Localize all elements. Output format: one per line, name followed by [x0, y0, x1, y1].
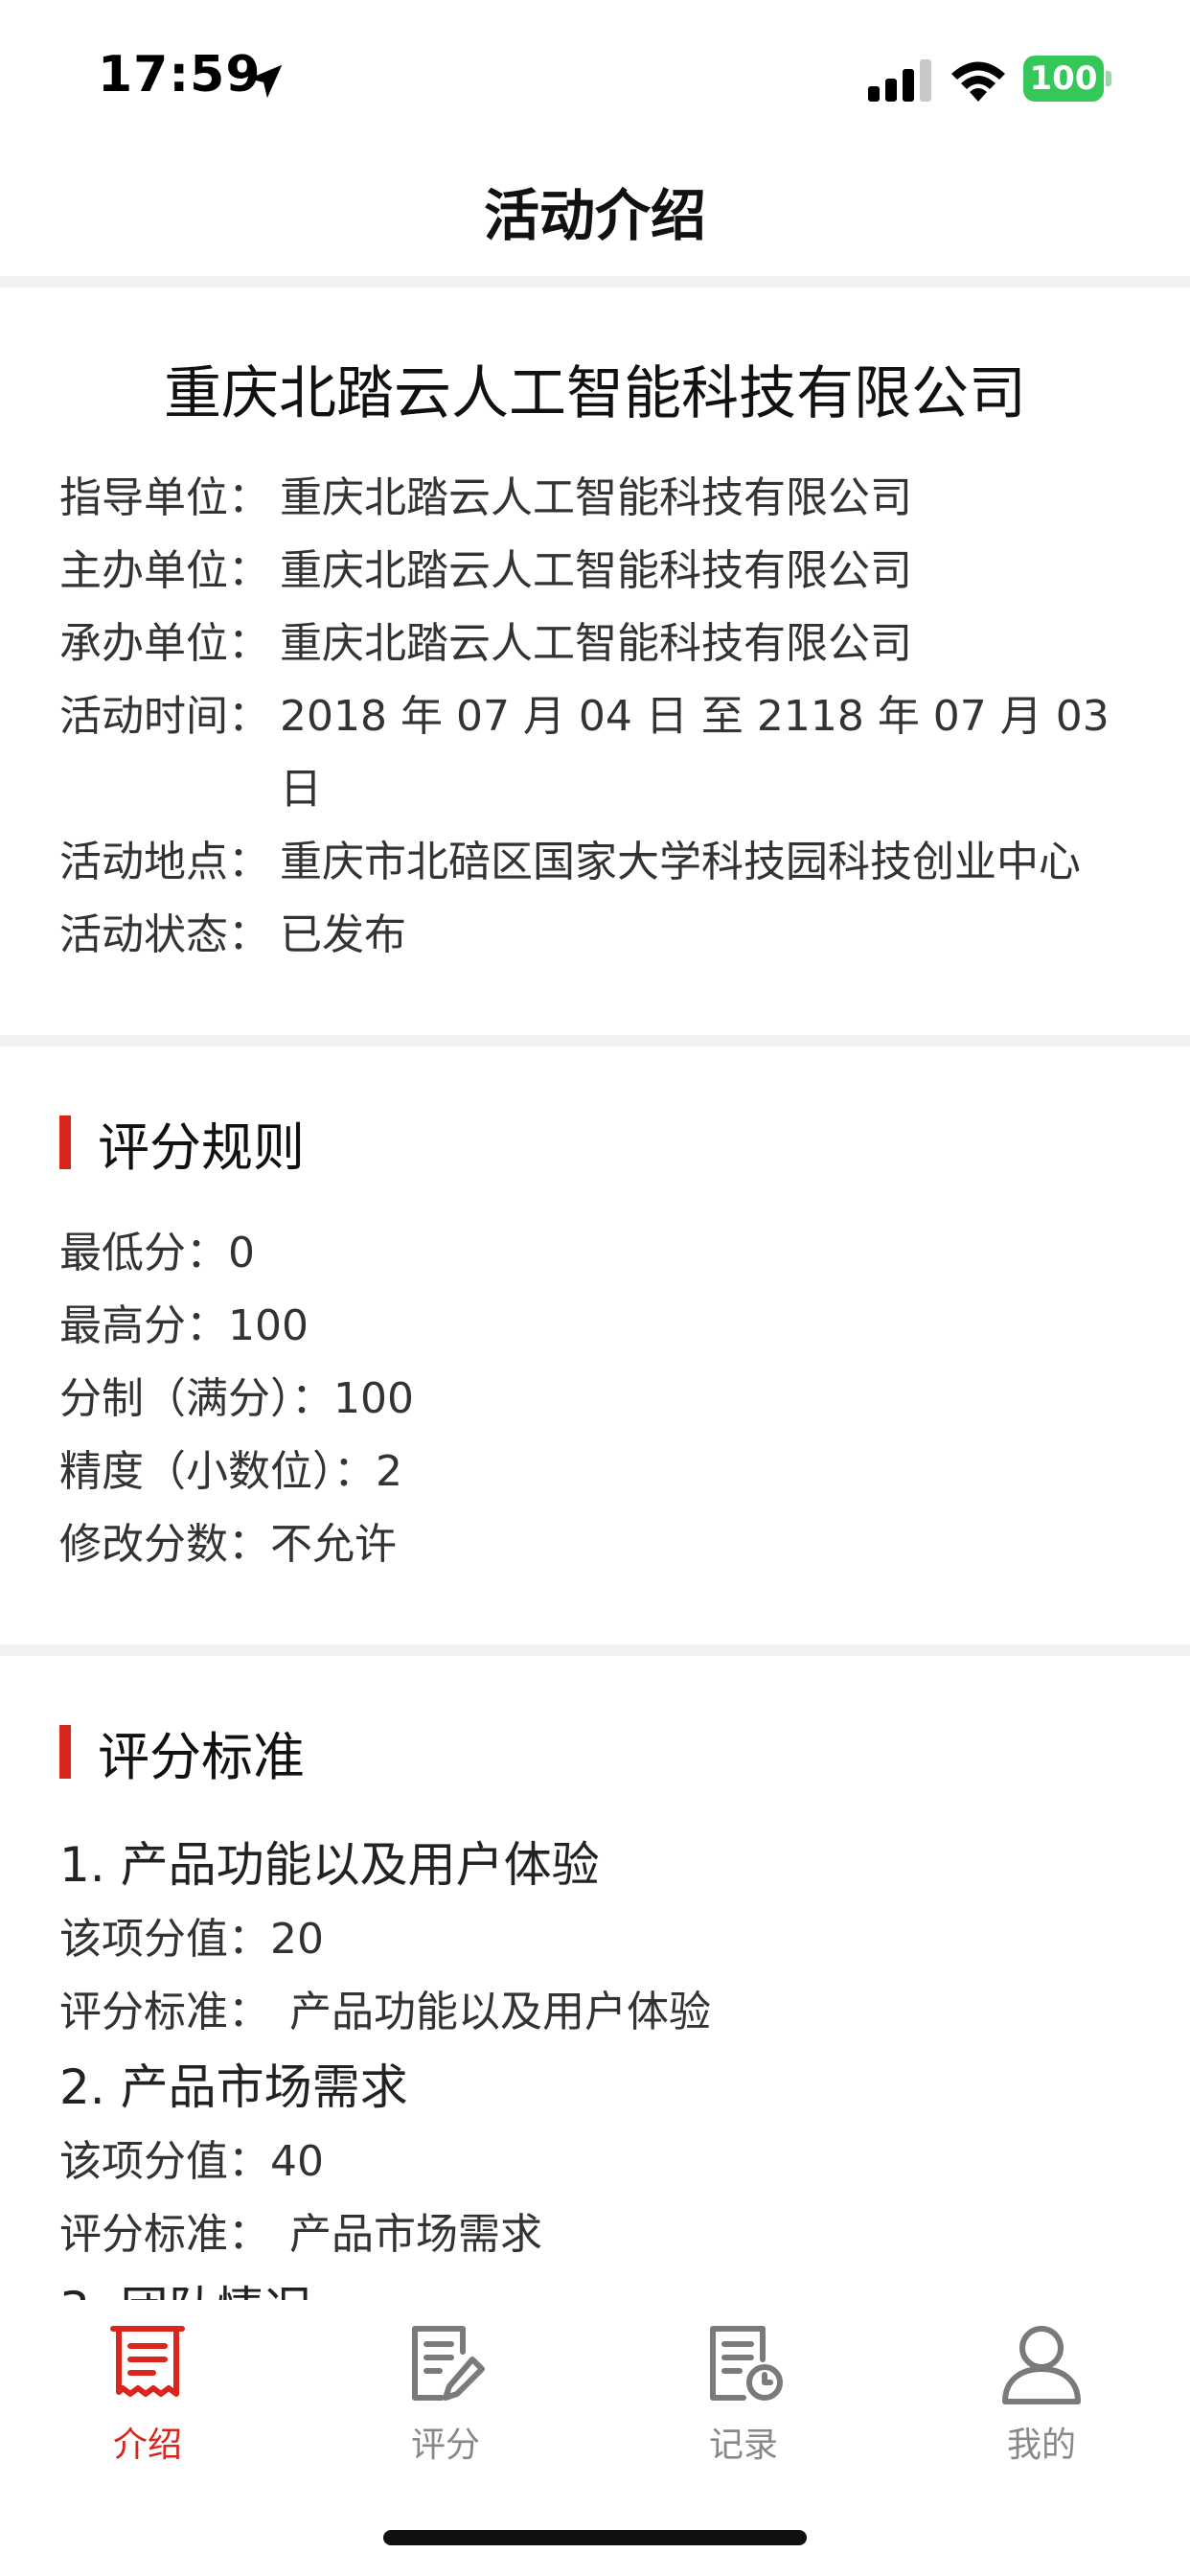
tab-score[interactable]: 评分 [350, 2317, 541, 2471]
info-row-guidance: 指导单位： 重庆北踏云人工智能科技有限公司 [59, 462, 1142, 535]
status-time: 17:59 [98, 46, 262, 104]
location-arrow-icon [248, 64, 283, 99]
section-divider [0, 1644, 1190, 1656]
criteria-standard-row: 评分标准： 产品功能以及用户体验 [59, 1988, 711, 2036]
rule-row-full-score: 分制（满分）：100 [59, 1374, 414, 1423]
page-title: 活动介绍 [483, 183, 706, 248]
info-row-location: 活动地点： 重庆市北碚区国家大学科技园科技创业中心 [59, 826, 1142, 899]
section-title: 评分标准 [98, 1726, 305, 1787]
section-divider [0, 1035, 1190, 1046]
tab-label: 介绍 [112, 2426, 182, 2465]
tab-records[interactable]: 记录 [648, 2317, 839, 2471]
section-title: 评分规则 [98, 1116, 305, 1178]
status-bar: 17:59 100 [0, 0, 1190, 153]
scoring-rules-heading: 评分规则 [59, 1114, 305, 1178]
criteria-standard-row: 评分标准： 产品市场需求 [59, 2210, 542, 2259]
info-value: 重庆北踏云人工智能科技有限公司 [280, 619, 912, 668]
info-value: 2018 年 07 月 04 日 至 2118 年 07 月 03 日 [280, 692, 1110, 814]
info-label: 活动地点： [59, 838, 270, 886]
info-value: 重庆北踏云人工智能科技有限公司 [280, 546, 912, 595]
scoring-criteria-list[interactable]: 1. 产品功能以及用户体验 该项分值：20 评分标准： 产品功能以及用户体验 2.… [59, 1827, 1142, 2300]
organization-title: 重庆北踏云人工智能科技有限公司 [164, 360, 1026, 427]
wifi-icon [951, 61, 1005, 102]
info-row-organizer: 承办单位： 重庆北踏云人工智能科技有限公司 [59, 608, 1142, 680]
cellular-signal-icon [868, 59, 931, 102]
criteria-score-row: 该项分值：40 [59, 2137, 324, 2186]
home-indicator[interactable] [383, 2530, 807, 2545]
tab-profile[interactable]: 我的 [946, 2317, 1137, 2471]
section-divider [0, 276, 1190, 288]
tab-label: 评分 [410, 2426, 480, 2465]
scoring-criteria-heading: 评分标准 [59, 1723, 305, 1787]
app-screen: 17:59 100 活动介绍 重庆北踏云人工智能科技有限公司 指导单位： 重庆北… [0, 0, 1190, 2576]
scoring-rules-list: 最低分：0 最高分：100 分制（满分）：100 精度（小数位）：2 修改分数：… [59, 1217, 1142, 1581]
info-label: 指导单位： [59, 473, 270, 522]
criteria-item-title: 2. 产品市场需求 [59, 2059, 408, 2115]
info-row-status: 活动状态： 已发布 [59, 899, 1142, 972]
battery-level: 100 [1029, 59, 1098, 98]
info-value: 已发布 [280, 910, 406, 959]
rule-row-min: 最低分：0 [59, 1229, 255, 1277]
bottom-tab-bar: 介绍 评分 记录 我的 [0, 2300, 1190, 2472]
activity-info-list: 指导单位： 重庆北踏云人工智能科技有限公司 主办单位： 重庆北踏云人工智能科技有… [59, 462, 1142, 972]
rule-row-modify: 修改分数：不允许 [59, 1520, 397, 1569]
criteria-score-row: 该项分值：20 [59, 1915, 324, 1964]
info-label: 活动状态： [59, 910, 270, 959]
info-label: 活动时间： [59, 692, 270, 741]
user-icon [1002, 2326, 1081, 2404]
battery-icon: 100 [1023, 56, 1113, 102]
rule-row-max: 最高分：100 [59, 1301, 309, 1350]
edit-document-icon [412, 2326, 485, 2401]
heading-accent-bar [59, 1116, 71, 1169]
scroll-document-icon [110, 2326, 185, 2397]
info-label: 承办单位： [59, 619, 270, 668]
tab-label: 记录 [708, 2426, 778, 2465]
info-label: 主办单位： [59, 546, 270, 595]
info-row-time: 活动时间： 2018 年 07 月 04 日 至 2118 年 07 月 03 … [59, 680, 1142, 826]
document-clock-icon [710, 2326, 783, 2401]
rule-row-precision: 精度（小数位）：2 [59, 1447, 402, 1496]
info-value: 重庆市北碚区国家大学科技园科技创业中心 [280, 838, 1081, 886]
criteria-item-title: 1. 产品功能以及用户体验 [59, 1837, 600, 1893]
info-value: 重庆北踏云人工智能科技有限公司 [280, 473, 912, 522]
heading-accent-bar [59, 1725, 71, 1779]
tab-label: 我的 [1006, 2426, 1076, 2465]
criteria-item-title: 3. 团队情况 [59, 2271, 1142, 2300]
info-row-host: 主办单位： 重庆北踏云人工智能科技有限公司 [59, 535, 1142, 608]
tab-intro[interactable]: 介绍 [52, 2317, 243, 2471]
